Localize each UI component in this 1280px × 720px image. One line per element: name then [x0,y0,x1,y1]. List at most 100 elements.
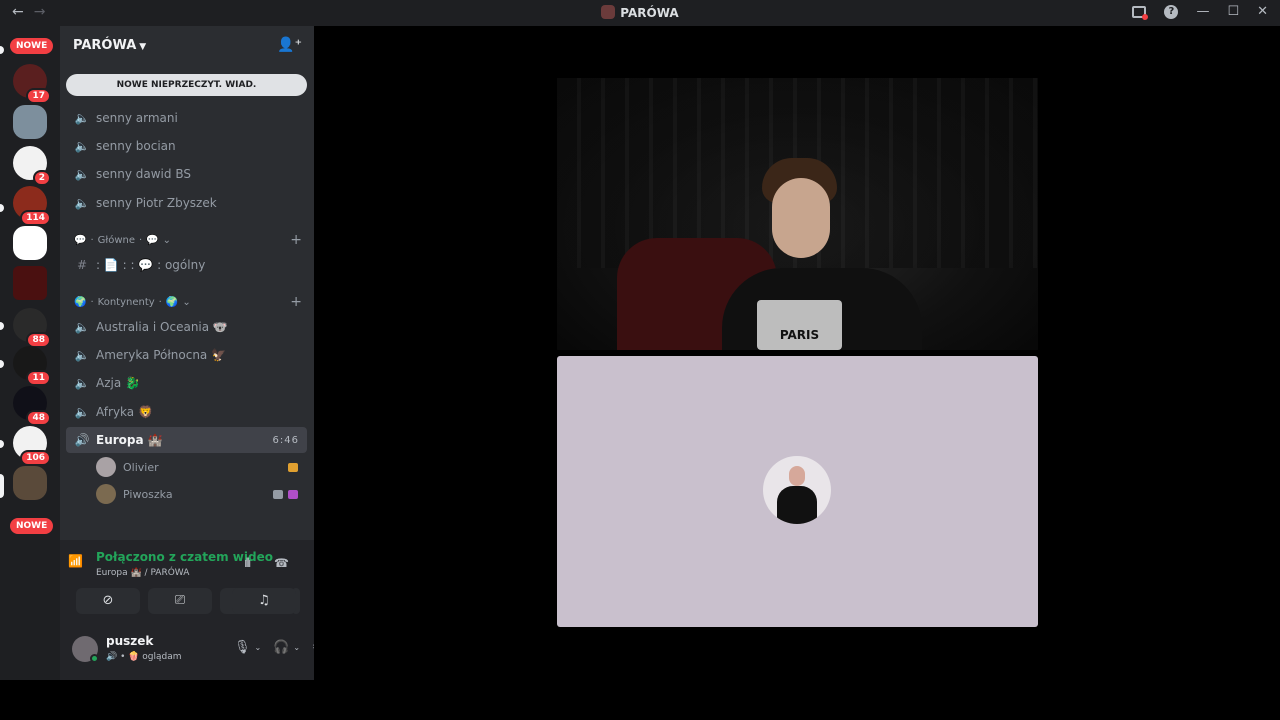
title-bar: ← → PARÓWA ? — ☐ ✕ [0,0,1280,26]
participant-tile[interactable] [557,356,1038,627]
close-button[interactable]: ✕ [1257,4,1268,19]
add-channel-icon[interactable]: + [290,232,302,248]
speaker-icon: 🔈 [74,196,90,210]
soundboard-button[interactable]: ♫ [232,588,296,614]
unread-pip [0,204,4,212]
dot-separator: · [158,296,162,308]
channel-name: Afryka 🦁 [96,405,153,419]
category-emoji: 🌍 [74,296,87,308]
channel-name: ogólny [164,258,206,272]
channel-name: senny Piotr Zbyszek [96,196,217,210]
activity-indicators [288,462,298,472]
maximize-button[interactable]: ☐ [1227,4,1239,19]
speaker-icon: 🔈 [74,320,90,334]
new-unread-banner[interactable]: NOWE NIEPRZECZYT. WIAD. [66,74,307,96]
voice-user-name: Piwoszka [123,487,173,501]
server-icon-parowa[interactable] [13,466,47,500]
online-status-dot [90,654,99,663]
unread-pip [0,360,4,368]
mention-badge: 2 [32,170,51,186]
category-label: Główne [97,234,136,246]
category-glowne[interactable]: 💬 · Główne · 💬 ⌄ + [74,232,302,248]
voice-channel[interactable]: 🔈 Azja 🐉 [66,370,307,396]
chevron-down-icon[interactable]: ⌄ [293,643,300,652]
disconnect-icon[interactable]: ☎ [274,556,289,570]
selected-pip [0,474,4,498]
channel-name: Europa 🏰 [96,433,163,447]
channel-name: Australia i Oceania 🐨 [96,320,228,334]
help-icon[interactable]: ? [1164,4,1179,19]
voice-channel[interactable]: 🔈 senny armani [66,105,307,131]
voice-channel[interactable]: 🔈 senny bocian [66,133,307,159]
video-stream-tile[interactable]: PARIS [557,78,1038,350]
server-icon-car[interactable]: 114 [13,186,51,226]
speaker-icon: 🔈 [74,111,90,125]
server-list: NOWE 17 2 114 88 11 48 106 NOWE [0,26,60,680]
server-icon-dark[interactable]: 11 [13,346,51,386]
channel-name: senny dawid BS [96,167,191,181]
server-name: PARÓWA [73,38,137,53]
inbox-icon[interactable] [1132,5,1149,20]
voice-channel[interactable]: 🔈 Ameryka Północna 🦅 [66,342,307,368]
noise-suppression-icon[interactable]: ıllı [244,556,251,570]
voice-user-name: Olivier [123,460,159,474]
screen-share-button[interactable]: ⎚ [148,588,212,614]
dot-separator: · [90,234,94,246]
voice-channel[interactable]: 🔈 Australia i Oceania 🐨 [66,314,307,340]
soundboard-icon: ♫ [258,593,270,608]
voice-channel[interactable]: 🔈 senny Piotr Zbyszek [66,190,307,216]
voice-user[interactable]: Olivier [96,455,304,479]
server-icon-winter[interactable] [13,105,47,139]
mention-badge: 11 [26,370,51,386]
hash-icon: # [76,258,88,272]
call-timer: 6:46 [272,434,299,446]
server-header[interactable]: PARÓWA ▼ 👤⁺ [60,26,314,66]
server-icon-konfident[interactable]: 48 [13,386,51,426]
server-icon [601,5,616,19]
voice-channel[interactable]: 🔈 Afryka 🦁 [66,399,307,425]
shirt-print: PARIS [757,300,842,350]
voice-user[interactable]: Piwoszka [96,482,304,506]
chevron-down-icon[interactable]: ⌄ [255,643,262,652]
channel-name: Azja 🐉 [96,376,140,390]
channel-prefix: : 📄 : : 💬 : [96,258,162,272]
new-unread-pill[interactable]: NOWE [8,516,56,536]
camera-off-icon: ⊘ [102,593,114,608]
bottom-bar [0,680,1280,720]
text-channel[interactable]: # : 📄 : : 💬 : ogólny [66,252,307,278]
server-icon-eagle[interactable]: 88 [13,308,51,348]
speaker-icon: 🔈 [74,376,90,390]
headphones-icon[interactable]: 🎧 [273,640,289,655]
server-icon-taurus[interactable]: 17 [13,64,51,104]
mention-badge: 17 [26,88,51,104]
avatar [96,457,116,477]
username[interactable]: puszek [106,634,153,648]
camera-off-button[interactable]: ⊘ [76,588,140,614]
window-title-text: PARÓWA [620,6,679,20]
minimize-button[interactable]: — [1196,4,1209,19]
popcorn-icon [288,462,298,472]
server-icon-w[interactable]: 106 [13,426,51,466]
channel-name: senny armani [96,111,178,125]
voice-location[interactable]: Europa 🏰 / PARÓWA [96,568,189,578]
mention-badge: 106 [20,450,51,466]
signal-icon: 📶 [68,554,83,568]
microphone-icon[interactable]: 🎙 [234,640,251,655]
voice-channel-active[interactable]: 🔊 Europa 🏰 6:46 [66,427,307,453]
custom-status: 🔊 • 🍿 oglądam [106,652,182,662]
speaker-icon: 🔊 [74,433,90,447]
speaker-icon: 🔈 [74,139,90,153]
avatar-suit [777,486,817,524]
mention-badge: 114 [20,210,51,226]
new-unread-pill[interactable]: NOWE [8,36,56,56]
add-channel-icon[interactable]: + [290,294,302,310]
server-icon-bird[interactable] [13,226,47,260]
invite-icon[interactable]: 👤⁺ [277,37,302,53]
server-icon-red[interactable] [13,266,47,300]
category-label: Kontynenty [97,296,155,308]
category-kontynenty[interactable]: 🌍 · Kontynenty · 🌍 ⌄ + [74,294,302,310]
screen-share-icon: ⎚ [174,593,186,608]
server-icon-sp[interactable]: 2 [13,146,51,186]
voice-channel[interactable]: 🔈 senny dawid BS [66,161,307,187]
participant-avatar [763,456,831,524]
